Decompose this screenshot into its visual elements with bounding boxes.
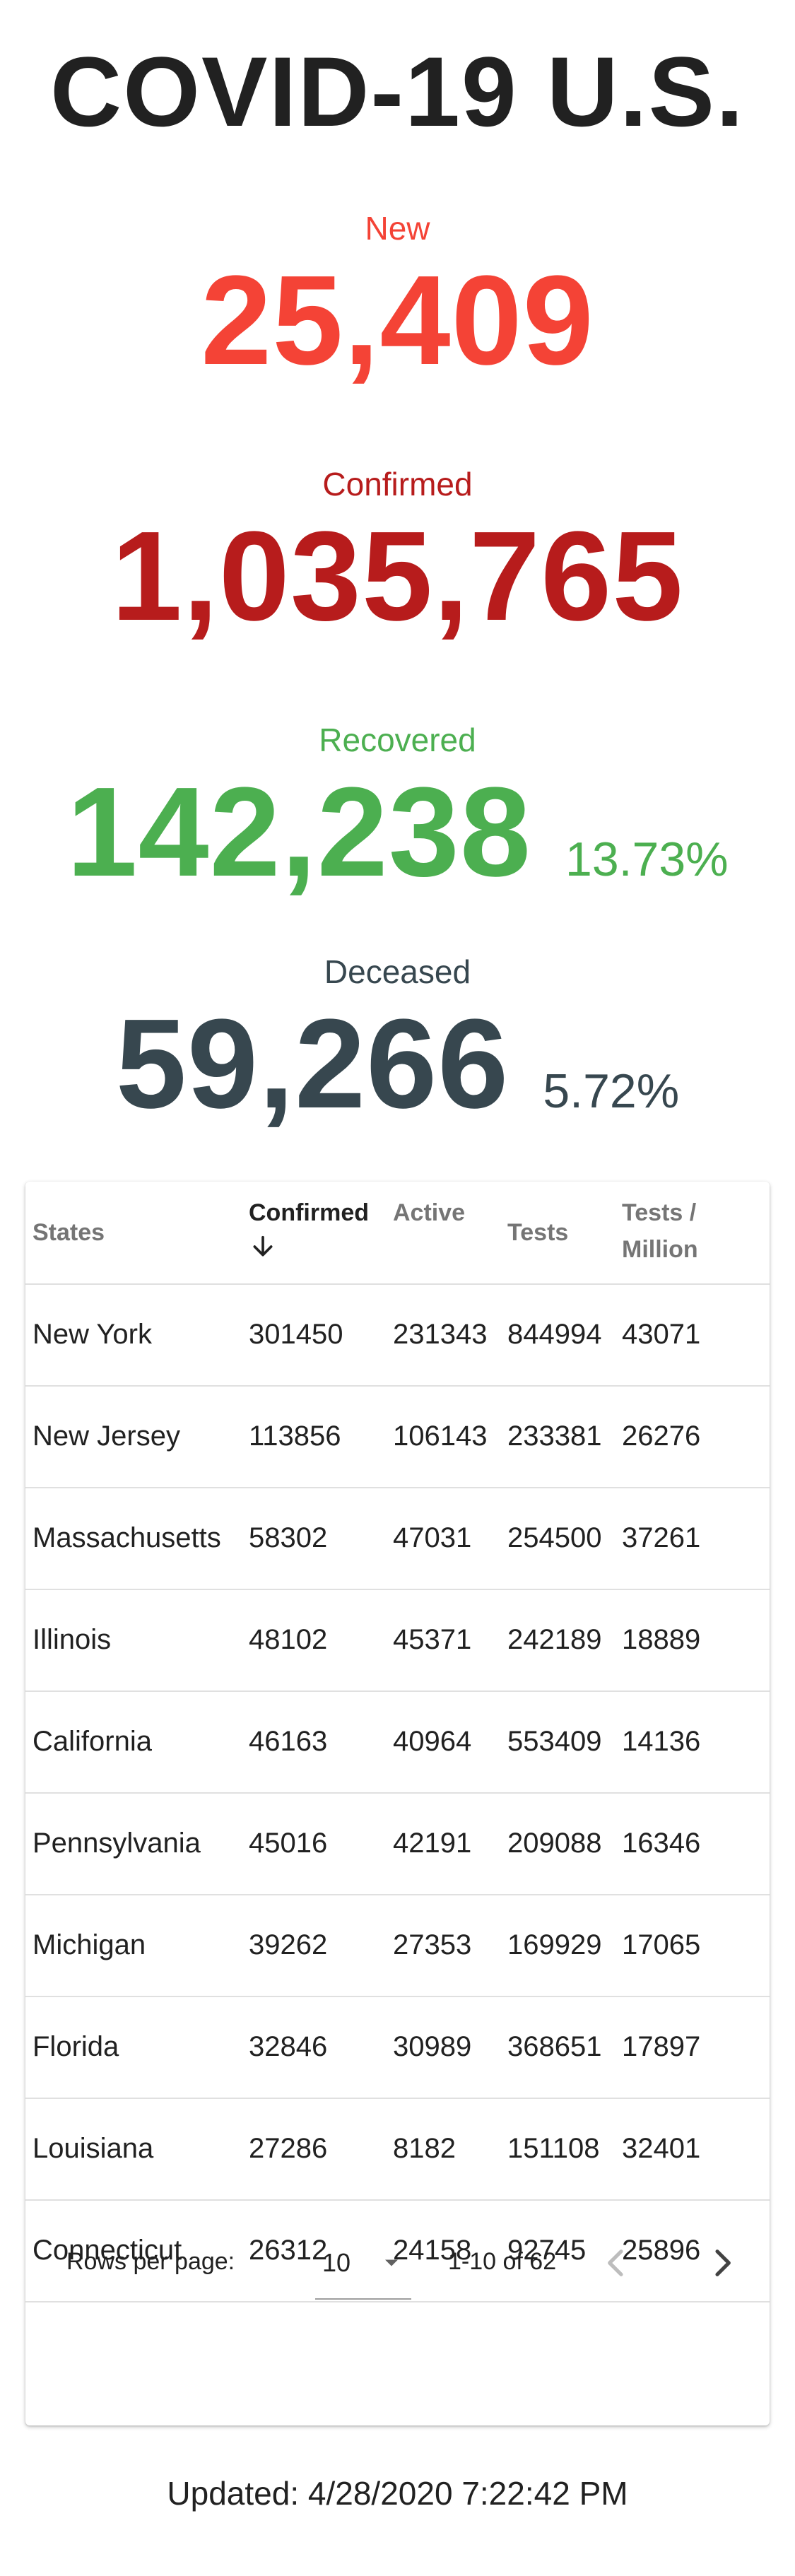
cell-confirmed: 58302 <box>249 1522 328 1553</box>
cell-tests-per-million: 17065 <box>622 1929 701 1960</box>
cell-confirmed: 48102 <box>249 1624 328 1655</box>
stat-deceased: Deceased 59,266 5.72% <box>0 955 795 1128</box>
cell-state: New Jersey <box>33 1421 180 1452</box>
cell-state: Massachusetts <box>33 1522 221 1553</box>
page-title: COVID-19 U.S. <box>50 36 745 147</box>
stat-recovered-label: Recovered <box>319 722 476 758</box>
table-row[interactable]: California 46163 40964 553409 14136 <box>25 1690 770 1794</box>
cell-tests-per-million: 18889 <box>622 1624 701 1655</box>
stat-recovered-value: 142,238 <box>66 761 531 903</box>
cell-tests: 242189 <box>507 1624 602 1655</box>
stat-deceased-value: 59,266 <box>115 993 510 1135</box>
stat-confirmed-value-row: 1,035,765 <box>0 513 795 640</box>
arrow-down-icon <box>253 1235 273 1257</box>
column-header-tests-per-million-line2: Million <box>622 1236 698 1263</box>
cell-confirmed: 32846 <box>249 2031 328 2062</box>
caret-down-icon <box>385 2259 398 2266</box>
table-row[interactable]: Massachusetts 58302 47031 254500 37261 <box>25 1487 770 1590</box>
rows-per-page-label: Rows per page: <box>66 2248 235 2275</box>
cell-tests: 368651 <box>507 2031 602 2062</box>
cell-state: Michigan <box>33 1929 146 1960</box>
rows-per-page-select[interactable]: 10 <box>315 2242 411 2300</box>
cell-tests: 151108 <box>507 2133 600 2164</box>
column-header-confirmed-label: Confirmed <box>249 1199 369 1226</box>
cell-confirmed: 46163 <box>249 1726 328 1757</box>
states-table: States Confirmed Active Tests Tests / Mi… <box>25 1182 770 2425</box>
next-page-button[interactable] <box>702 2243 742 2283</box>
cell-state: Louisiana <box>33 2133 154 2164</box>
stat-recovered: Recovered 142,238 13.73% <box>0 724 795 896</box>
cell-state: Florida <box>33 2031 119 2062</box>
cell-tests-per-million: 32401 <box>622 2133 701 2164</box>
stat-confirmed-label: Confirmed <box>322 466 473 502</box>
cell-active: 47031 <box>393 1522 472 1553</box>
cell-tests: 209088 <box>507 1828 602 1859</box>
cell-tests: 254500 <box>507 1522 602 1553</box>
stat-recovered-percent: 13.73% <box>565 833 729 886</box>
stat-confirmed: Confirmed 1,035,765 <box>0 468 795 640</box>
updated-timestamp: Updated: 4/28/2020 7:22:42 PM <box>167 2475 628 2512</box>
cell-state: Pennsylvania <box>33 1828 201 1859</box>
cell-tests: 233381 <box>507 1421 602 1452</box>
column-header-states[interactable]: States <box>33 1214 105 1251</box>
cell-active: 45371 <box>393 1624 472 1655</box>
column-header-confirmed[interactable]: Confirmed <box>249 1194 369 1261</box>
stat-new-value: 25,409 <box>201 249 594 392</box>
cell-confirmed: 45016 <box>249 1828 328 1859</box>
cell-tests-per-million: 26276 <box>622 1421 701 1452</box>
table-header: States Confirmed Active Tests Tests / Mi… <box>25 1182 770 1285</box>
table-row[interactable]: Florida 32846 30989 368651 17897 <box>25 1996 770 2099</box>
table-row[interactable]: Louisiana 27286 8182 151108 32401 <box>25 2098 770 2201</box>
cell-tests-per-million: 37261 <box>622 1522 701 1553</box>
column-header-active[interactable]: Active <box>393 1194 465 1231</box>
pagination-range: 1-10 of 62 <box>448 2248 557 2275</box>
cell-tests-per-million: 17897 <box>622 2031 701 2062</box>
cell-active: 8182 <box>393 2133 456 2164</box>
cell-active: 231343 <box>393 1319 488 1350</box>
cell-state: Illinois <box>33 1624 112 1655</box>
cell-state: New York <box>33 1319 152 1350</box>
previous-page-button[interactable] <box>596 2243 636 2283</box>
table-row[interactable]: Illinois 48102 45371 242189 18889 <box>25 1589 770 1692</box>
cell-tests-per-million: 14136 <box>622 1726 701 1757</box>
cell-tests-per-million: 16346 <box>622 1828 701 1859</box>
table-row[interactable]: New Jersey 113856 106143 233381 26276 <box>25 1385 770 1488</box>
cell-confirmed: 27286 <box>249 2133 328 2164</box>
stat-deceased-label: Deceased <box>324 953 471 990</box>
stat-new-label: New <box>365 210 430 247</box>
table-pagination: Rows per page: 10 1-10 of 62 <box>25 2199 770 2425</box>
cell-state: California <box>33 1726 152 1757</box>
stat-new: New 25,409 <box>0 212 795 384</box>
table-row[interactable]: Pennsylvania 45016 42191 209088 16346 <box>25 1792 770 1895</box>
cell-active: 30989 <box>393 2031 472 2062</box>
stat-deceased-value-row: 59,266 5.72% <box>0 1001 795 1128</box>
cell-active: 27353 <box>393 1929 472 1960</box>
cell-active: 106143 <box>393 1421 488 1452</box>
page: COVID-19 U.S. New 25,409 Confirmed 1,035… <box>0 0 795 2576</box>
column-header-tests[interactable]: Tests <box>507 1214 568 1251</box>
cell-tests-per-million: 43071 <box>622 1319 701 1350</box>
cell-confirmed: 301450 <box>249 1319 343 1350</box>
stat-deceased-percent: 5.72% <box>543 1064 680 1118</box>
cell-tests: 844994 <box>507 1319 602 1350</box>
stat-confirmed-value: 1,035,765 <box>111 505 684 647</box>
cell-confirmed: 39262 <box>249 1929 328 1960</box>
column-header-tests-per-million[interactable]: Tests / Million <box>622 1194 698 1268</box>
table-row[interactable]: New York 301450 231343 844994 43071 <box>25 1283 770 1387</box>
stat-new-value-row: 25,409 <box>0 257 795 384</box>
rows-per-page-value: 10 <box>322 2248 351 2277</box>
cell-confirmed: 113856 <box>249 1421 341 1452</box>
stat-recovered-value-row: 142,238 13.73% <box>0 769 795 896</box>
column-header-tests-per-million-line1: Tests / <box>622 1199 697 1226</box>
table-row[interactable]: Michigan 39262 27353 169929 17065 <box>25 1894 770 1997</box>
cell-tests: 553409 <box>507 1726 602 1757</box>
cell-active: 40964 <box>393 1726 472 1757</box>
cell-active: 42191 <box>393 1828 472 1859</box>
cell-tests: 169929 <box>507 1929 602 1960</box>
chevron-right-icon <box>715 2249 731 2276</box>
chevron-left-icon <box>608 2249 623 2276</box>
